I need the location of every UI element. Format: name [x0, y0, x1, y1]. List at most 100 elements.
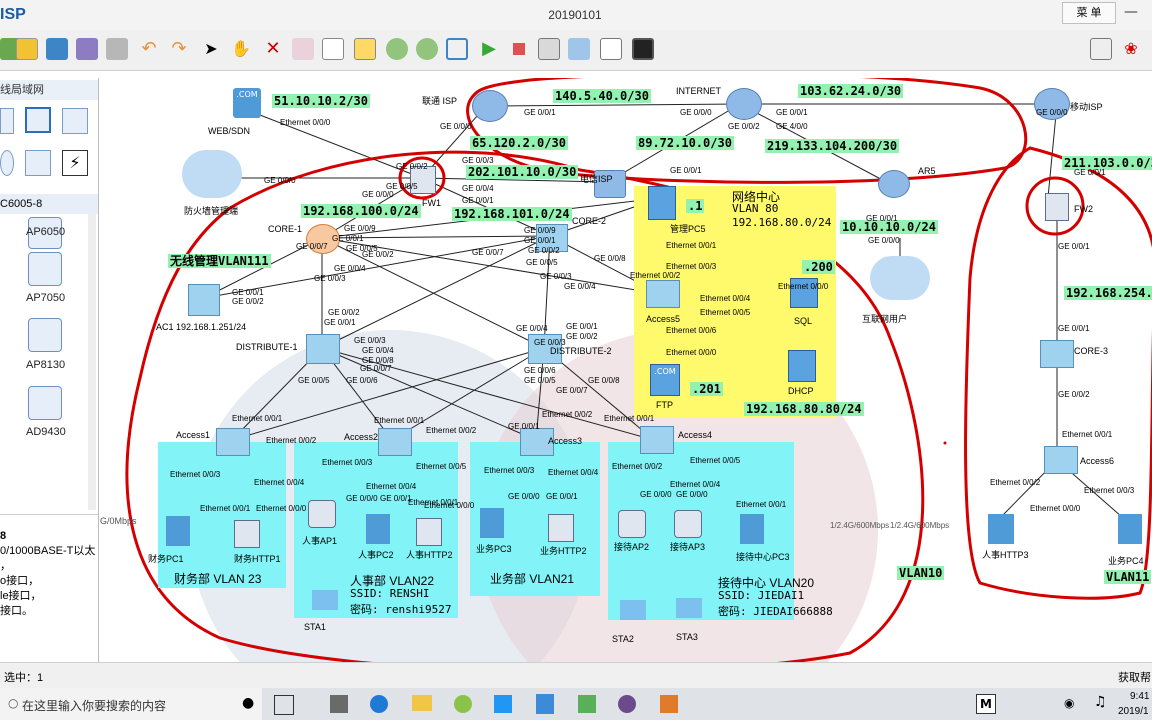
- access1-switch-icon[interactable]: [216, 428, 250, 456]
- ad9430-icon[interactable]: [28, 386, 62, 420]
- chat-icon[interactable]: [1090, 38, 1112, 60]
- panel-scrollbar[interactable]: [88, 214, 96, 510]
- volume-icon[interactable]: ♫: [1094, 694, 1107, 710]
- internet-users-cloud-icon[interactable]: [870, 256, 930, 300]
- search-input[interactable]: 在这里输入你要搜索的内容: [22, 697, 166, 714]
- terminal-icon[interactable]: [632, 38, 654, 60]
- ap8130-label: AP8130: [26, 359, 66, 371]
- port-label: Ethernet 0/0/2: [990, 478, 1041, 487]
- clock-date[interactable]: 2019/1: [1118, 706, 1149, 717]
- player-icon[interactable]: [494, 695, 512, 713]
- port-label: GE 0/0/5: [524, 376, 556, 385]
- access5-switch-icon[interactable]: [646, 280, 680, 308]
- grid-icon[interactable]: [600, 38, 622, 60]
- ac1-controller-icon[interactable]: [188, 284, 220, 316]
- redo-icon[interactable]: ↷: [168, 38, 190, 60]
- access6-switch-icon[interactable]: [1044, 446, 1078, 474]
- rec-ap2-icon[interactable]: [618, 510, 646, 538]
- fw2-icon[interactable]: [1045, 193, 1069, 221]
- app-icon[interactable]: [660, 695, 678, 713]
- sta3-laptop-icon[interactable]: [676, 598, 702, 618]
- device-label: 接待AP2: [614, 542, 650, 552]
- minimize-icon[interactable]: —: [1124, 4, 1138, 20]
- sta1-laptop-icon[interactable]: [312, 590, 338, 610]
- print-icon[interactable]: [106, 38, 128, 60]
- store-icon[interactable]: [330, 695, 348, 713]
- cloud-type-icon[interactable]: [0, 150, 14, 176]
- task-view-icon[interactable]: [274, 695, 294, 715]
- fw-mgmt-cloud-icon[interactable]: [182, 150, 242, 198]
- microphone-icon[interactable]: ●: [242, 695, 254, 711]
- port-label: Ethernet 0/0/4: [670, 480, 721, 489]
- zoom-out-icon[interactable]: [416, 38, 438, 60]
- capture-icon[interactable]: [538, 38, 560, 60]
- topology-canvas[interactable]: .COM .COM WEB/SDN 联通 ISP INTERNET 移动ISP …: [100, 78, 1152, 662]
- taskbar-search[interactable]: ○ 在这里输入你要搜索的内容 ●: [0, 688, 262, 720]
- core3-switch-icon[interactable]: [1040, 340, 1074, 368]
- fit-view-icon[interactable]: [446, 38, 468, 60]
- rec-pc3-icon[interactable]: [740, 514, 764, 544]
- edge-icon[interactable]: [370, 695, 388, 713]
- unicom-router-icon[interactable]: [472, 90, 508, 122]
- web-server-icon[interactable]: .COM: [233, 88, 261, 118]
- stop-device-icon[interactable]: [508, 38, 530, 60]
- access2-switch-icon[interactable]: [378, 428, 412, 456]
- fin-pc1-icon[interactable]: [166, 516, 190, 546]
- sta2-laptop-icon[interactable]: [620, 600, 646, 620]
- help-link[interactable]: 获取帮: [1118, 669, 1151, 685]
- ap8130-icon[interactable]: [28, 318, 62, 352]
- save-icon[interactable]: [46, 38, 68, 60]
- port-label: Ethernet 0/0/2: [612, 462, 663, 471]
- start-device-icon[interactable]: ▶: [478, 38, 500, 60]
- device-label: CORE-2: [572, 216, 607, 226]
- undo-icon[interactable]: ↶: [138, 38, 160, 60]
- save-as-icon[interactable]: [76, 38, 98, 60]
- fin-http1-icon[interactable]: [234, 520, 260, 548]
- m-app-icon[interactable]: M: [976, 694, 996, 714]
- hr-http3-icon[interactable]: [988, 514, 1014, 544]
- switch-type-icon[interactable]: [25, 150, 51, 176]
- rectangle-icon[interactable]: [354, 38, 376, 60]
- text-note-icon[interactable]: [322, 38, 344, 60]
- open-icon[interactable]: [16, 38, 38, 60]
- explorer-icon[interactable]: [412, 695, 432, 711]
- ac-controller-icon[interactable]: [62, 108, 88, 134]
- port-label: GE 0/0/0: [440, 122, 472, 131]
- app-icon[interactable]: [618, 695, 636, 713]
- dist1-switch-icon[interactable]: [306, 334, 340, 364]
- hand-icon[interactable]: ✋: [230, 38, 252, 60]
- hr-pc2-icon[interactable]: [366, 514, 390, 544]
- delete-link-icon[interactable]: [292, 38, 314, 60]
- hr-http2-icon[interactable]: [416, 518, 442, 546]
- power-icon[interactable]: ⚡: [62, 150, 88, 176]
- menu-button[interactable]: 菜 单: [1062, 2, 1116, 24]
- app-icon[interactable]: [454, 695, 472, 713]
- network-icon[interactable]: ◉: [1064, 696, 1074, 710]
- dhcp-server-icon[interactable]: [788, 350, 816, 382]
- clock-time[interactable]: 9:41: [1130, 691, 1149, 702]
- biz-http-icon[interactable]: [548, 514, 574, 542]
- biz-pc4-icon[interactable]: [1118, 514, 1142, 544]
- app-icon[interactable]: [578, 695, 596, 713]
- rec-ap3-icon[interactable]: [674, 510, 702, 538]
- access4-switch-icon[interactable]: [640, 426, 674, 454]
- port-label: GE 0/0/4: [564, 282, 596, 291]
- mgmt-pc5-icon[interactable]: [648, 186, 676, 220]
- ftp-server-icon[interactable]: .COM: [650, 364, 680, 396]
- wireless-ap-icon[interactable]: [25, 107, 51, 133]
- device-label: 业务PC4: [1108, 556, 1144, 566]
- ap7050-icon[interactable]: [28, 252, 62, 286]
- ap-type-icon[interactable]: [0, 108, 14, 134]
- net-label: 无线管理VLAN111: [168, 254, 271, 268]
- delete-icon[interactable]: ✕: [262, 38, 284, 60]
- ensp-icon[interactable]: [536, 694, 554, 714]
- ar5-router-icon[interactable]: [878, 170, 910, 198]
- zoom-in-icon[interactable]: [386, 38, 408, 60]
- biz-pc3-icon[interactable]: [480, 508, 504, 538]
- hr-ap1-icon[interactable]: [308, 500, 336, 528]
- internet-router-icon[interactable]: [726, 88, 762, 120]
- port-label: GE 0/0/0: [508, 492, 540, 501]
- topology-icon[interactable]: [568, 38, 590, 60]
- select-pointer-icon[interactable]: ➤: [200, 38, 222, 60]
- port-label: Ethernet 0/0/3: [484, 466, 535, 475]
